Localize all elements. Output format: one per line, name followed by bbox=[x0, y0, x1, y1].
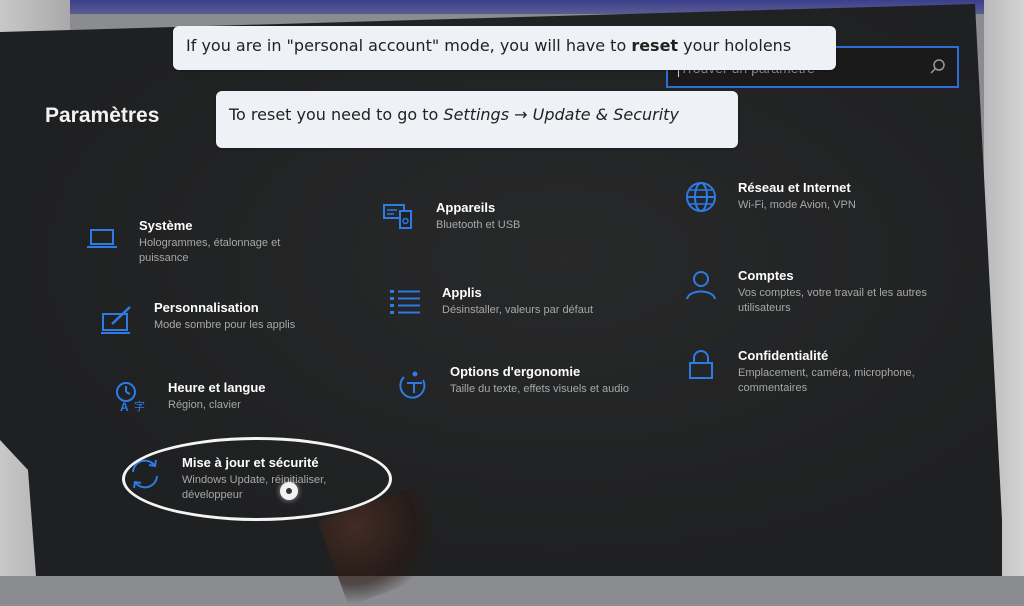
category-name: Options d'ergonomie bbox=[450, 364, 581, 379]
category-name: Système bbox=[139, 218, 193, 233]
category-description: Hologrammes, étalonnage et puissance bbox=[139, 237, 281, 264]
category-description: Taille du texte, effets visuels et audio bbox=[450, 383, 629, 395]
category-description: Wi-Fi, mode Avion, VPN bbox=[738, 199, 856, 211]
lock-icon bbox=[689, 350, 713, 379]
category-name: Heure et langue bbox=[168, 380, 266, 395]
person-icon bbox=[686, 271, 716, 300]
category-description: Emplacement, caméra, microphone, comment… bbox=[738, 367, 915, 394]
category-name: Confidentialité bbox=[738, 348, 829, 363]
paint-icon bbox=[101, 306, 131, 334]
search-icon[interactable] bbox=[929, 58, 947, 76]
category-name: Appareils bbox=[436, 200, 496, 215]
laptop-icon bbox=[87, 229, 117, 248]
category-name: Réseau et Internet bbox=[738, 180, 851, 195]
category-description: Mode sombre pour les applis bbox=[154, 319, 296, 331]
time-language-icon: A 字 bbox=[116, 382, 145, 414]
tooltip-reset-notice: If you are in "personal account" mode, y… bbox=[173, 26, 836, 70]
category-description: Bluetooth et USB bbox=[436, 219, 521, 231]
category-name: Comptes bbox=[738, 268, 794, 283]
page-title: Paramètres bbox=[45, 104, 160, 127]
svg-text:A: A bbox=[120, 400, 129, 414]
globe-icon bbox=[686, 182, 716, 212]
gaze-cursor bbox=[280, 482, 298, 500]
category-name: Personnalisation bbox=[154, 300, 259, 315]
category-description: Région, clavier bbox=[168, 399, 241, 411]
category-description: Vos comptes, votre travail et les autres… bbox=[738, 287, 927, 314]
category-name: Applis bbox=[442, 285, 482, 300]
category-description: Désinstaller, valeurs par défaut bbox=[442, 304, 594, 316]
ease-of-access-icon bbox=[399, 371, 426, 399]
tooltip-text-prefix: If you are in "personal account" mode, y… bbox=[186, 36, 632, 55]
tooltip-text-path: Settings → Update & Security bbox=[443, 105, 679, 124]
tooltip-text-suffix: your hololens bbox=[678, 36, 792, 55]
tooltip-reset-path: To reset you need to go to Settings → Up… bbox=[216, 91, 738, 148]
svg-text:字: 字 bbox=[134, 399, 145, 413]
tooltip-text-bold: reset bbox=[631, 36, 679, 55]
tooltip-text-prefix: To reset you need to go to bbox=[229, 105, 444, 124]
devices-icon bbox=[383, 204, 412, 229]
apps-list-icon bbox=[390, 290, 420, 314]
